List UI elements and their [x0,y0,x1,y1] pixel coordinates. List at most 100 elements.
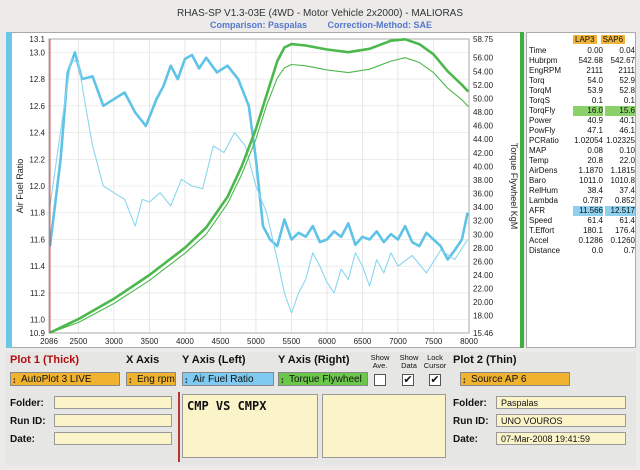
plot2-select[interactable]: Source AP 6 [460,372,570,387]
stats-value-1: 1.02054 [574,136,603,145]
y-tick-label: 12.0 [29,182,45,191]
stats-value-1: 54.0 [587,76,603,85]
yright-select[interactable]: Torque Flywheel [278,372,368,387]
comparison-info: Comparison: Paspalas Correction-Method: … [210,20,450,30]
y2-tick-label: 44.00 [473,135,494,144]
stats-value-1: 0.00 [587,46,603,55]
y-tick-label: 11.4 [30,262,46,271]
yleft-select[interactable]: Air Fuel Ratio [182,372,274,387]
runid-field-left[interactable] [54,414,172,427]
stats-value-2: 22.0 [619,156,635,165]
y2-tick-label: 38.00 [473,176,494,185]
stats-value-2: 52.9 [619,76,635,85]
date-field-left[interactable] [54,432,172,445]
stats-value-1: 38.4 [587,186,603,195]
stats-value-2: 0.7 [623,246,635,255]
stats-name: AirDens [529,166,558,175]
stats-row: Hubrpm 542.68 542.67 [529,56,635,66]
stats-row: AirDens 1.1870 1.1815 [529,166,635,176]
stats-name: Distance [529,246,561,255]
y2-tick-label: 40.00 [473,162,494,171]
stats-value-2: 2111 [618,66,635,75]
stats-value-1: 180.1 [582,226,603,235]
stats-row: PCRatio 1.02054 1.02325 [529,136,635,146]
x-tick-label: 7500 [425,337,443,346]
series-line-0 [48,51,469,261]
stats-name: Time [529,46,547,55]
y-tick-label: 13.0 [29,48,45,57]
stats-row: TorqM 53.9 52.8 [529,86,635,96]
stats-row: AFR 11.566 12.517 [529,206,635,216]
control-panel: Plot 1 (Thick) X Axis Y Axis (Left) Y Ax… [6,352,636,466]
y2-tick-label: 54.00 [473,67,494,76]
lock-cursor-label: Lock Cursor [423,353,447,370]
stats-value-2: 0.04 [619,46,635,55]
folder-field-right[interactable]: Paspalas [496,396,626,409]
stats-name: Temp [529,156,549,165]
stats-name: Hubrpm [529,56,558,65]
show-data-checkbox[interactable]: ✔ [402,374,414,386]
stats-name: T.Effort [529,226,555,235]
date-label-left: Date: [10,434,36,445]
y2-tick-label: 34.00 [473,203,494,212]
stats-name: PCRatio [529,136,559,145]
notes-field[interactable] [322,394,446,458]
stats-name: AFR [529,206,545,215]
stats-value-2: 1.1815 [610,166,635,175]
y2-tick-label: 18.00 [473,312,494,321]
x-tick-label: 8000 [460,337,478,346]
x-tick-label: 2500 [70,337,88,346]
stats-value-2: 1.02325 [606,136,635,145]
x-tick-label: 4000 [176,337,194,346]
runid-label-right: Run ID: [453,416,489,427]
y2-tick-label: 30.00 [473,230,494,239]
left-axis-bar [6,32,12,348]
runid-field-right[interactable]: UNO VOUROS [496,414,626,427]
yright-header: Y Axis (Right) [278,354,350,366]
stats-value-1: 0.1 [591,96,603,105]
comment-divider [178,392,180,462]
stats-value-2: 46.1 [619,126,635,135]
stats-name: Torq [529,76,545,85]
x-tick-label: 4500 [212,337,230,346]
lock-cursor-checkbox[interactable]: ✔ [429,374,441,386]
stats-value-2: 0.10 [619,146,635,155]
stats-value-1: 0.787 [582,196,603,205]
dyno-chart[interactable]: 2086 2500 3000 3500 4000 4500 5000 5500 6000 6500… [7,33,525,349]
stats-value-2: 0.1 [623,96,635,105]
comparison-label: Comparison: Paspalas [210,20,308,30]
plot1-select[interactable]: AutoPlot 3 LIVE [10,372,120,387]
x-tick-label: 3500 [141,337,159,346]
stats-name: MAP [529,146,547,155]
stats-panel: LAP3 SAP6 Time 0.00 0.04 Hubrpm 542.68 542.67 E… [526,32,636,348]
folder-field-left[interactable] [54,396,172,409]
stats-value-2: 61.4 [619,216,635,225]
y2-tick-label: 52.00 [473,81,494,90]
stats-row: RelHum 38.4 37.4 [529,186,635,196]
stats-value-2: 40.1 [619,116,635,125]
date-label-right: Date: [453,434,479,445]
stats-value-1: 11.566 [573,206,603,216]
stats-value-2: 542.67 [610,56,635,65]
xaxis-select[interactable]: Eng rpm [126,372,176,387]
show-ave-checkbox[interactable] [374,374,386,386]
stats-header: LAP3 SAP6 [573,35,629,44]
y-tick-label: 10.9 [29,329,45,338]
stats-name: Lambda [529,196,558,205]
comment-box[interactable]: CMP VS CMPX [182,394,318,458]
stats-value-1: 20.8 [587,156,603,165]
stats-row: EngRPM 2111 2111 [529,66,635,76]
plot1-header: Plot 1 (Thick) [10,354,80,366]
stats-value-2: 1010.8 [610,176,635,185]
date-field-right[interactable]: 07-Mar-2008 19:41:59 [496,432,626,445]
x-tick-label: 6000 [318,337,336,346]
stats-row: Distance 0.0 0.7 [529,246,635,256]
stats-value-1: 0.08 [587,146,603,155]
y-tick-label: 11.6 [30,235,46,244]
chart-area[interactable]: 2086 2500 3000 3500 4000 4500 5000 5500 6000 6500… [6,32,524,348]
stats-col1: LAP3 [573,35,597,44]
stats-value-1: 16.0 [573,106,603,116]
right-axis-bar [520,32,524,348]
y-tick-label: 12.2 [29,155,45,164]
y-tick-label: 11.2 [30,289,46,298]
